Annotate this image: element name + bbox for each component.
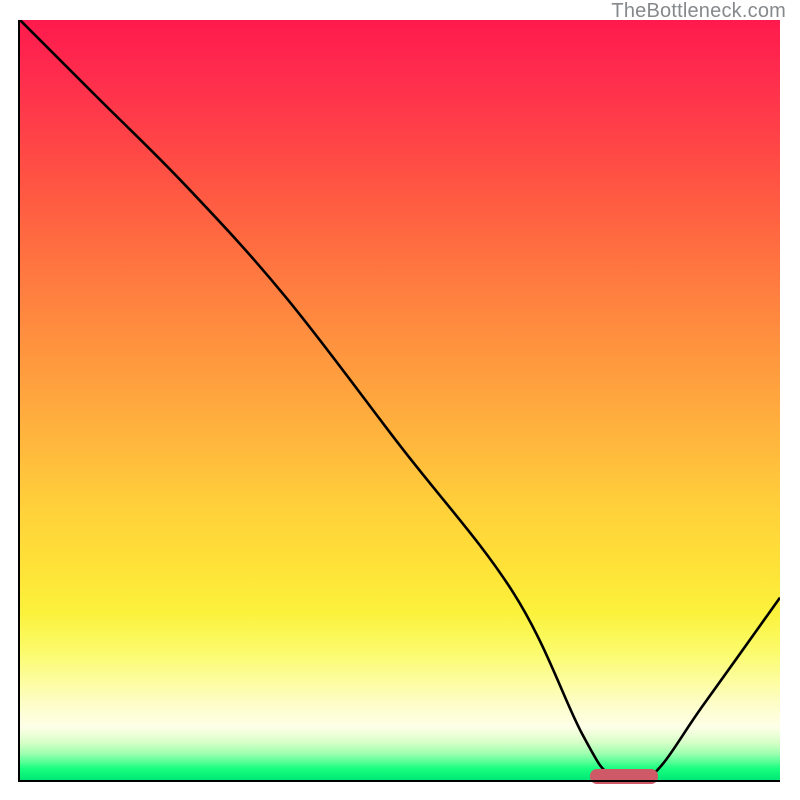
watermark-text: TheBottleneck.com bbox=[611, 0, 786, 23]
x-axis bbox=[20, 780, 780, 782]
y-axis bbox=[18, 20, 20, 782]
gradient-background bbox=[20, 20, 780, 780]
plot-area bbox=[20, 20, 780, 780]
